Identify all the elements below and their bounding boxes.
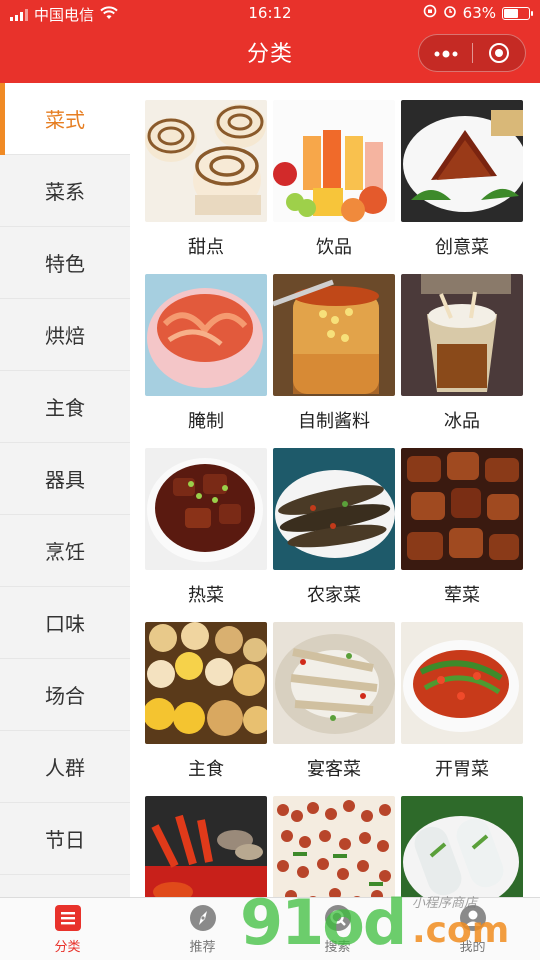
fish-platter-photo [273, 622, 395, 744]
dish-category-label: 热菜 [188, 585, 224, 606]
sidebar-item-label: 场合 [45, 684, 85, 708]
battery-icon [502, 6, 533, 20]
close-target-icon[interactable] [473, 43, 525, 63]
search-icon [323, 903, 353, 933]
braised-meat-bowl-photo [145, 448, 267, 570]
dish-category-label: 自制酱料 [298, 411, 370, 432]
dish-category-card[interactable]: 自制酱料 [273, 274, 395, 448]
dish-grid: 甜点 饮品 创意菜腌制 自制酱料 冰品热菜 农家菜 荤菜主食 宴客菜 开胃菜 [130, 83, 540, 897]
category-list-icon [53, 903, 83, 933]
battery-percent: 63% [462, 4, 496, 22]
dish-category-card[interactable]: 甜点 [145, 100, 267, 274]
dish-category-card[interactable]: 饮品 [273, 100, 395, 274]
dish-category-card[interactable]: 冰品 [401, 274, 523, 448]
sidebar-item[interactable]: 烹饪 [0, 515, 130, 587]
tab-item[interactable]: 搜索 [270, 898, 405, 960]
braised-pork-plate-photo [401, 100, 523, 222]
sidebar-item[interactable]: 器具 [0, 443, 130, 515]
sidebar-item-label: 节日 [45, 828, 85, 852]
dish-category-label: 荤菜 [444, 585, 480, 606]
tab-item[interactable]: 分类 [0, 898, 135, 960]
dish-category-card[interactable] [273, 796, 395, 897]
dish-category-label: 饮品 [316, 237, 352, 258]
dish-category-card[interactable]: 开胃菜 [401, 622, 523, 796]
sidebar-item[interactable]: 场合 [0, 659, 130, 731]
category-sidebar: 菜式菜系特色烘焙主食器具烹饪口味场合人群节日 [0, 83, 130, 897]
juice-glasses-photo [273, 100, 395, 222]
sidebar-item[interactable]: 菜式 [0, 83, 130, 155]
peanuts-dish-photo [273, 796, 395, 897]
dish-category-label: 甜点 [188, 237, 224, 258]
dish-category-card[interactable]: 主食 [145, 622, 267, 796]
sidebar-item[interactable]: 烘焙 [0, 299, 130, 371]
iced-dessert-glass-photo [401, 274, 523, 396]
tab-label: 推荐 [189, 940, 216, 955]
dish-category-card[interactable]: 宴客菜 [273, 622, 395, 796]
top-bar: 中国电信 16:12 63% 分类 [0, 0, 540, 83]
sidebar-item[interactable]: 主食 [0, 371, 130, 443]
dish-category-card[interactable] [401, 796, 523, 897]
tab-label: 分类 [54, 940, 81, 955]
dish-category-card[interactable] [145, 796, 267, 897]
spare-ribs-photo [401, 448, 523, 570]
buns-and-breads-photo [145, 622, 267, 744]
dish-category-label: 创意菜 [435, 237, 489, 258]
orientation-lock-icon [423, 4, 437, 22]
dish-category-card[interactable]: 农家菜 [273, 448, 395, 622]
dish-category-label: 腌制 [188, 411, 224, 432]
rice-rolls-photo [401, 796, 523, 897]
sidebar-item-label: 口味 [45, 612, 85, 636]
sidebar-item-label: 烘焙 [45, 324, 85, 348]
more-dots-icon[interactable] [419, 44, 472, 62]
sidebar-item[interactable]: 菜系 [0, 155, 130, 227]
dish-category-card[interactable]: 荤菜 [401, 448, 523, 622]
dish-category-label: 主食 [188, 759, 224, 780]
dish-category-label: 开胃菜 [435, 759, 489, 780]
sidebar-item[interactable]: 口味 [0, 587, 130, 659]
tab-item[interactable]: 我的 [405, 898, 540, 960]
fried-fish-plate-photo [273, 448, 395, 570]
sidebar-item-label: 人群 [45, 756, 85, 780]
sidebar-item[interactable]: 节日 [0, 803, 130, 875]
sidebar-item-label: 器具 [45, 468, 85, 492]
dish-category-card[interactable]: 创意菜 [401, 100, 523, 274]
kimchi-bowl-photo [145, 274, 267, 396]
status-bar: 中国电信 16:12 63% [0, 0, 540, 28]
dish-category-card[interactable]: 腌制 [145, 274, 267, 448]
compass-icon [188, 903, 218, 933]
sidebar-item-label: 烹饪 [45, 540, 85, 564]
sidebar-item-label: 菜式 [45, 108, 85, 132]
chili-fish-plate-photo [401, 622, 523, 744]
sidebar-item[interactable]: 特色 [0, 227, 130, 299]
sidebar-item-label: 特色 [45, 252, 85, 276]
user-icon [458, 903, 488, 933]
tab-item[interactable]: 推荐 [135, 898, 270, 960]
sidebar-item[interactable]: 人群 [0, 731, 130, 803]
tab-label: 搜索 [324, 940, 351, 955]
sidebar-item-label: 主食 [45, 396, 85, 420]
alarm-icon [443, 4, 457, 22]
dish-category-card[interactable]: 热菜 [145, 448, 267, 622]
seafood-crayfish-photo [145, 796, 267, 897]
chili-oil-jar-photo [273, 274, 395, 396]
dish-category-label: 冰品 [444, 411, 480, 432]
bottom-tab-bar: 分类 推荐 搜索 我的 [0, 897, 540, 960]
mini-program-capsule [418, 34, 526, 72]
sidebar-item-label: 菜系 [45, 180, 85, 204]
dish-category-label: 宴客菜 [307, 759, 361, 780]
dish-category-label: 农家菜 [307, 585, 361, 606]
tab-label: 我的 [459, 940, 486, 955]
swirl-buns-photo [145, 100, 267, 222]
